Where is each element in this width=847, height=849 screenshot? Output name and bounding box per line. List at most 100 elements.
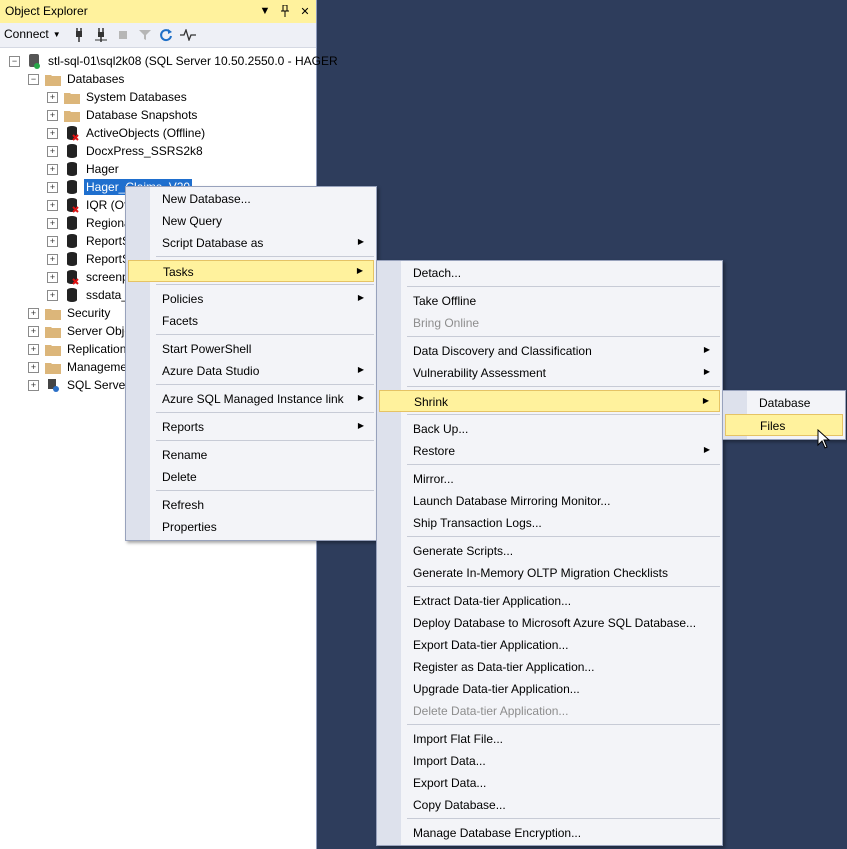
menu-item-take-offline[interactable]: Take Offline (379, 290, 720, 312)
menu-item-new-query[interactable]: New Query (128, 210, 374, 232)
menu-item-shrink-database[interactable]: Database (725, 392, 843, 414)
database-icon (64, 215, 80, 231)
tree-node-db[interactable]: + ssdata_s (47, 286, 136, 304)
expand-icon[interactable]: + (28, 361, 39, 373)
menu-item-detach[interactable]: Detach... (379, 262, 720, 284)
tree-node-db[interactable]: + ReportS (47, 232, 132, 250)
menu-item-generate-scripts[interactable]: Generate Scripts... (379, 540, 720, 562)
menu-item-script-database-as[interactable]: Script Database as ▶ (128, 232, 374, 254)
filter-icon[interactable] (137, 27, 153, 43)
tree-node-databases[interactable]: − Databases (28, 70, 126, 88)
tree-node-security[interactable]: + Security (28, 304, 112, 322)
menu-item-import-data[interactable]: Import Data... (379, 750, 720, 772)
menu-item-reports[interactable]: Reports ▶ (128, 416, 374, 438)
expand-icon[interactable]: + (47, 109, 58, 121)
tree-node-system-databases[interactable]: + System Databases (47, 88, 189, 106)
menu-item-delete[interactable]: Delete (128, 466, 374, 488)
expand-icon[interactable]: + (28, 325, 39, 337)
tree-node-replication[interactable]: + Replication (28, 340, 128, 358)
menu-item-upgrade-data-tier[interactable]: Upgrade Data-tier Application... (379, 678, 720, 700)
menu-item-label: Start PowerShell (162, 342, 252, 356)
submenu-arrow-icon: ▶ (357, 421, 364, 430)
menu-item-extract-data-tier[interactable]: Extract Data-tier Application... (379, 590, 720, 612)
connect-button[interactable]: Connect ▼ (4, 27, 61, 41)
menu-item-shrink[interactable]: Shrink ▶ (379, 390, 720, 412)
expand-icon[interactable]: + (47, 235, 58, 247)
menu-item-export-data[interactable]: Export Data... (379, 772, 720, 794)
menu-item-mirroring-monitor[interactable]: Launch Database Mirroring Monitor... (379, 490, 720, 512)
menu-item-tasks[interactable]: Tasks ▶ (128, 260, 374, 282)
expand-icon[interactable]: + (47, 163, 58, 175)
menu-item-delete-data-tier[interactable]: Delete Data-tier Application... (379, 700, 720, 722)
menu-item-oltp-checklists[interactable]: Generate In-Memory OLTP Migration Checkl… (379, 562, 720, 584)
expand-icon[interactable]: + (47, 289, 58, 301)
expand-icon[interactable]: + (28, 343, 39, 355)
server-label: stl-sql-01\sql2k08 (SQL Server 10.50.255… (48, 54, 338, 68)
tree-node-management[interactable]: + Manageme (28, 358, 129, 376)
activity-monitor-icon[interactable] (180, 27, 196, 43)
menu-item-azure-sql-mi-link[interactable]: Azure SQL Managed Instance link ▶ (128, 388, 374, 410)
menu-item-properties[interactable]: Properties (128, 516, 374, 538)
expand-icon[interactable]: + (47, 253, 58, 265)
menu-item-register-data-tier[interactable]: Register as Data-tier Application... (379, 656, 720, 678)
menu-item-deploy-azure[interactable]: Deploy Database to Microsoft Azure SQL D… (379, 612, 720, 634)
menu-item-new-database[interactable]: New Database... (128, 188, 374, 210)
tree-node-db[interactable]: + ActiveObjects (Offline) (47, 124, 207, 142)
menu-item-back-up[interactable]: Back Up... (379, 418, 720, 440)
menu-item-export-data-tier[interactable]: Export Data-tier Application... (379, 634, 720, 656)
menu-item-ship-transaction-logs[interactable]: Ship Transaction Logs... (379, 512, 720, 534)
stop-icon[interactable] (115, 27, 131, 43)
refresh-icon[interactable] (158, 27, 174, 43)
tree-node-db[interactable]: + DocxPress_SSRS2k8 (47, 142, 205, 160)
tree-node-server-objects[interactable]: + Server Obje (28, 322, 133, 340)
expand-icon[interactable]: + (47, 181, 58, 193)
menu-item-policies[interactable]: Policies ▶ (128, 288, 374, 310)
menu-item-import-flat-file[interactable]: Import Flat File... (379, 728, 720, 750)
menu-item-bring-online[interactable]: Bring Online (379, 312, 720, 334)
tree-node-sql-agent[interactable]: + SQL Server (28, 376, 131, 394)
expand-icon[interactable]: + (28, 379, 39, 391)
mouse-pointer-icon (817, 428, 831, 452)
tree-node-server[interactable]: − stl-sql-01\sql2k08 (SQL Server 10.50.2… (9, 52, 340, 70)
disconnect-plug-icon[interactable] (93, 27, 109, 43)
pin-icon[interactable] (278, 3, 292, 19)
panel-titlebar: Object Explorer ▼ ✕ (0, 0, 316, 23)
tree-node-db[interactable]: + Hager (47, 160, 121, 178)
expand-icon[interactable]: + (28, 307, 39, 319)
menu-item-rename[interactable]: Rename (128, 444, 374, 466)
menu-item-azure-data-studio[interactable]: Azure Data Studio ▶ (128, 360, 374, 382)
menu-item-label: Deploy Database to Microsoft Azure SQL D… (413, 616, 697, 630)
connect-plug-icon[interactable] (71, 27, 87, 43)
menu-item-vulnerability-assessment[interactable]: Vulnerability Assessment ▶ (379, 362, 720, 384)
expand-icon[interactable]: + (47, 127, 58, 139)
menu-item-mirror[interactable]: Mirror... (379, 468, 720, 490)
menu-item-restore[interactable]: Restore ▶ (379, 440, 720, 462)
folder-icon (45, 323, 61, 339)
menu-item-facets[interactable]: Facets (128, 310, 374, 332)
menu-item-data-discovery[interactable]: Data Discovery and Classification ▶ (379, 340, 720, 362)
collapse-icon[interactable]: − (28, 73, 39, 85)
dropdown-icon[interactable]: ▼ (258, 3, 272, 19)
menu-item-refresh[interactable]: Refresh (128, 494, 374, 516)
database-icon (64, 143, 80, 159)
menu-item-manage-encryption[interactable]: Manage Database Encryption... (379, 822, 720, 844)
collapse-icon[interactable]: − (9, 55, 20, 67)
tree-node-db[interactable]: + screenp (47, 268, 131, 286)
expand-icon[interactable]: + (47, 271, 58, 283)
tree-node-db[interactable]: + Regiona (47, 214, 133, 232)
tree-node-database-snapshots[interactable]: + Database Snapshots (47, 106, 199, 124)
close-icon[interactable]: ✕ (298, 3, 312, 19)
menu-item-copy-database[interactable]: Copy Database... (379, 794, 720, 816)
menu-item-start-powershell[interactable]: Start PowerShell (128, 338, 374, 360)
folder-icon (64, 107, 80, 123)
expand-icon[interactable]: + (47, 145, 58, 157)
menu-item-label: Rename (162, 448, 208, 462)
expand-icon[interactable]: + (47, 91, 58, 103)
tree-item-label: ActiveObjects (Offline) (86, 126, 206, 140)
menu-item-label: Facets (162, 314, 199, 328)
tree-node-db[interactable]: + IQR (Off (47, 196, 132, 214)
expand-icon[interactable]: + (47, 199, 58, 211)
panel-title: Object Explorer (5, 4, 88, 18)
expand-icon[interactable]: + (47, 217, 58, 229)
tree-node-db[interactable]: + ReportS (47, 250, 132, 268)
